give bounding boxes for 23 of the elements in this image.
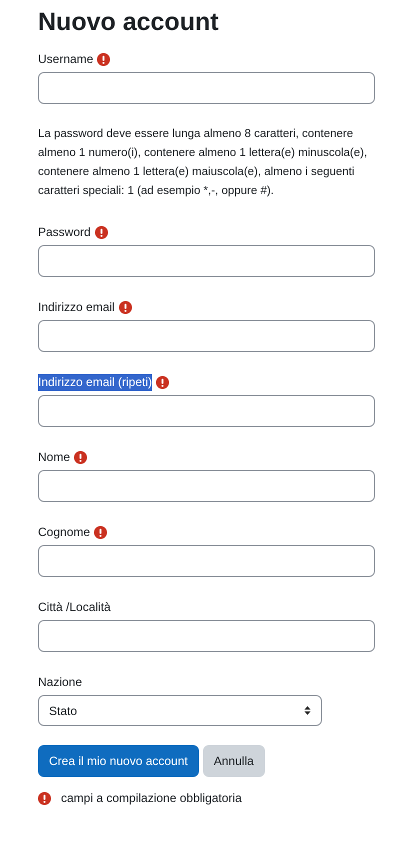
country-select[interactable]: Stato xyxy=(38,695,322,726)
text-field[interactable] xyxy=(38,320,375,352)
required-note: campi a compilazione obbligatoria xyxy=(61,791,242,805)
field-label: Indirizzo email (ripeti) xyxy=(38,374,152,390)
cancel-button[interactable]: Annulla xyxy=(202,745,265,777)
required-icon xyxy=(38,792,51,804)
text-field[interactable] xyxy=(38,470,375,502)
text-field[interactable] xyxy=(38,620,375,652)
field-label: Password xyxy=(38,224,91,240)
field-label: Città /Località xyxy=(38,598,111,616)
page-title: Nuovo account xyxy=(38,7,220,38)
sort-caret-icon xyxy=(304,705,311,716)
field-label: Nazione xyxy=(38,674,82,690)
text-field[interactable] xyxy=(38,72,375,104)
field-label: Cognome xyxy=(38,524,90,540)
text-field[interactable] xyxy=(38,395,375,427)
text-field[interactable] xyxy=(38,245,375,277)
field-label: Indirizzo email xyxy=(38,298,115,316)
create-account-button[interactable]: Crea il mio nuovo account xyxy=(38,745,199,777)
field-label: Nome xyxy=(38,448,70,466)
password-rules-text: La password deve essere lunga almeno 8 caratteri, contenere almeno 1 numero(i), contenere almeno 1 lettera(e) minuscola(e), contenere almeno 1 lettera(e) maiuscola(e), almeno i seguenti caratteri speciali: 1 (ad esempio *,-, oppure #). xyxy=(38,127,368,199)
text-field[interactable] xyxy=(38,545,375,577)
field-label: Username xyxy=(38,50,94,68)
